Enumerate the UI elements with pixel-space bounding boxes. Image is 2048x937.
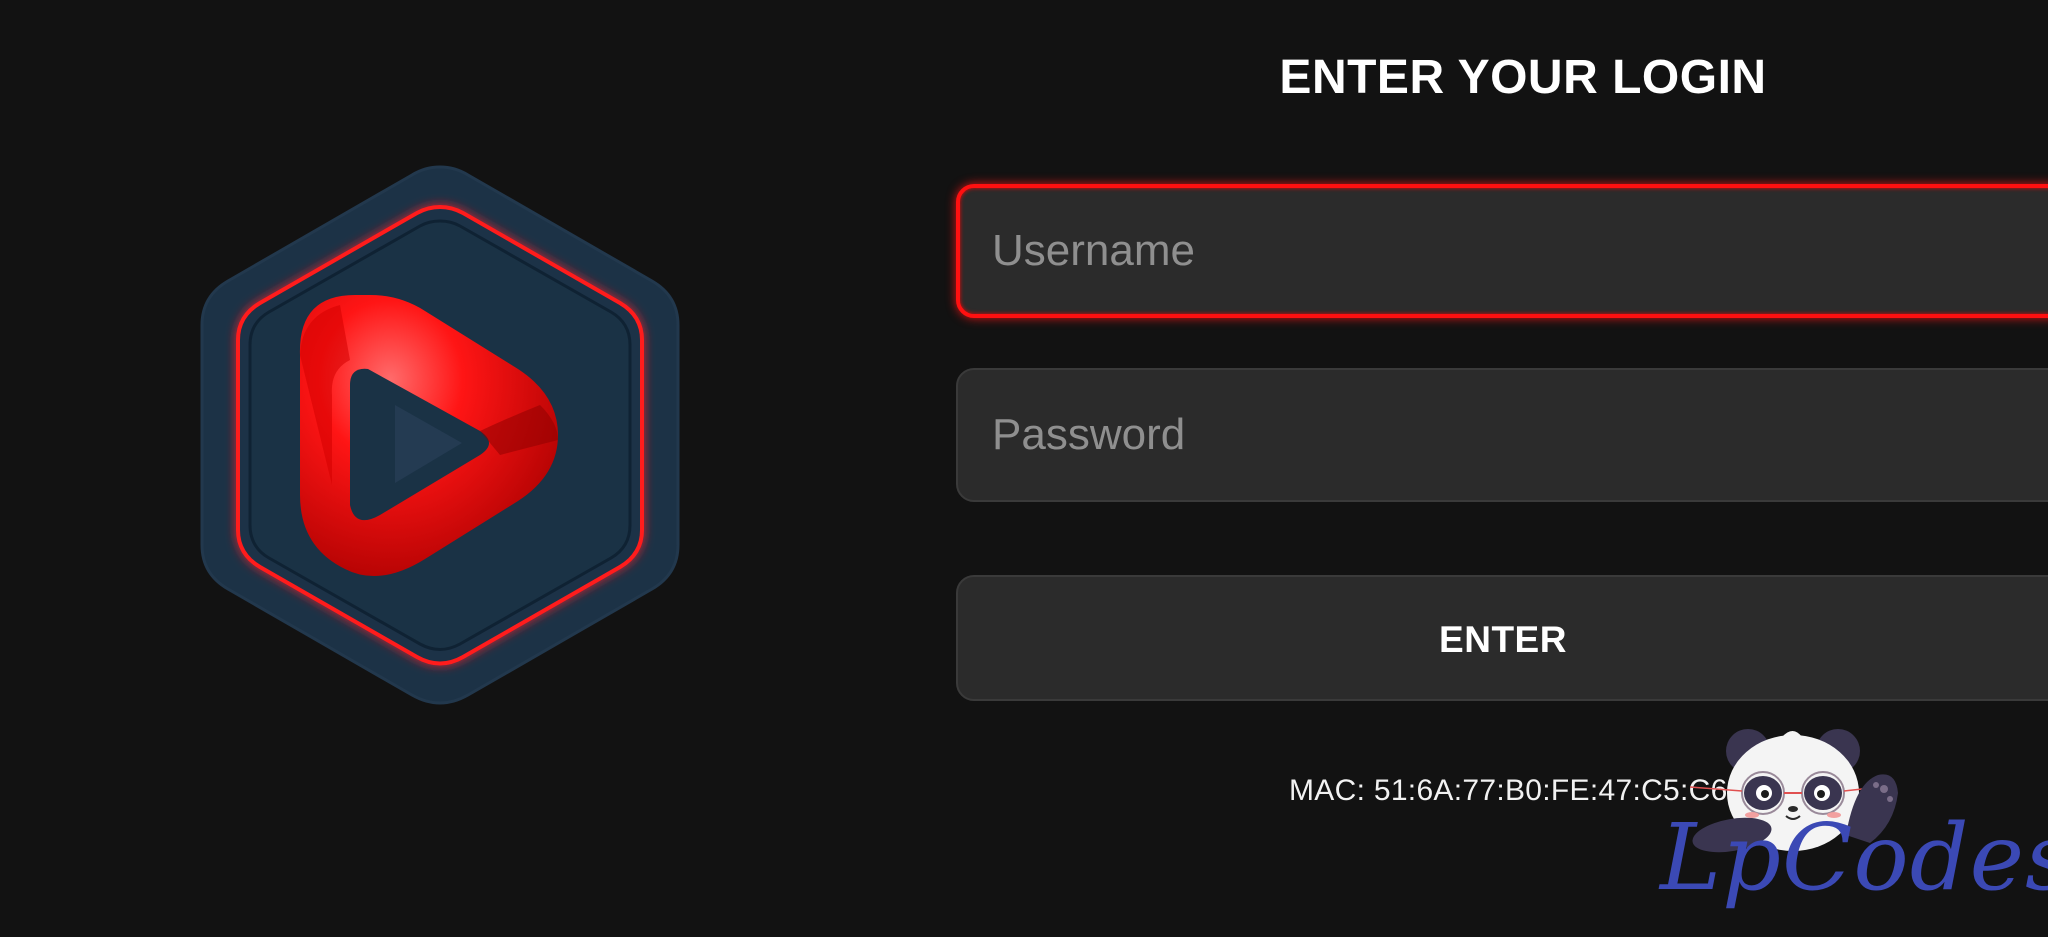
enter-button[interactable]: ENTER: [956, 575, 2048, 701]
play-hexagon-logo-icon: [200, 165, 680, 705]
login-screen: ENTER YOUR LOGIN ENTER MAC: 51:6A:77:B0:…: [0, 0, 2048, 937]
password-field[interactable]: [956, 368, 2048, 502]
page-title: ENTER YOUR LOGIN: [1279, 51, 1767, 104]
enter-button-label: ENTER: [1439, 619, 1567, 660]
username-field[interactable]: [956, 184, 2048, 318]
watermark-text: LpCodes: [1660, 804, 2048, 911]
